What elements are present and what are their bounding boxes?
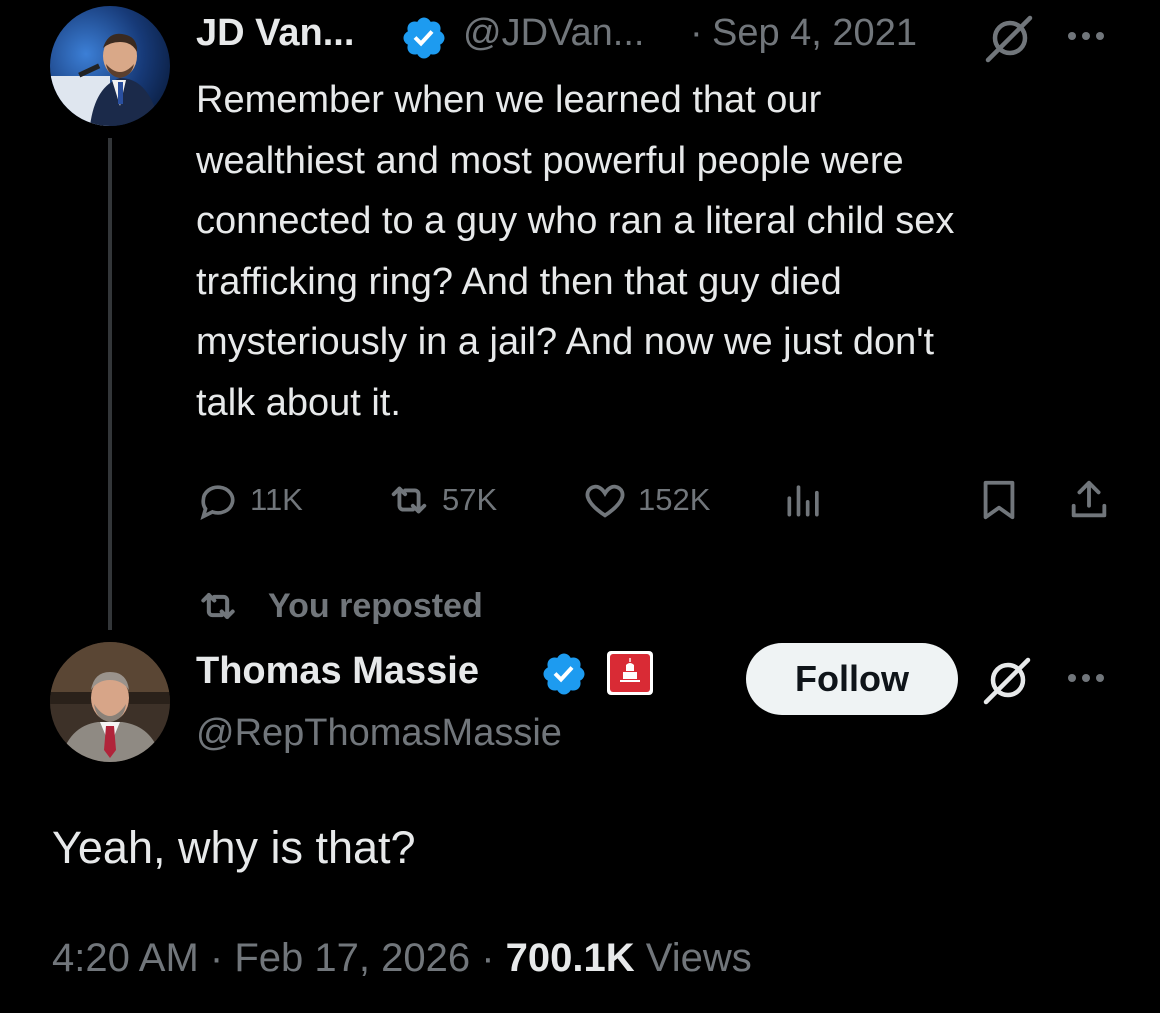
repost-icon [391,486,427,514]
quoted-separator: · [690,12,703,54]
quoted-date[interactable]: Sep 4, 2021 [712,12,917,55]
views-label: Views [645,936,752,980]
text-line: connected to a guy who ran a literal chi… [196,200,955,242]
like-button[interactable]: 152K [582,472,710,528]
like-icon [585,484,625,518]
more-icon[interactable] [1062,26,1110,51]
repost-banner: You reposted [196,584,483,628]
text-line: Remember when we learned that our [196,79,822,121]
repost-button[interactable]: 57K [386,472,497,528]
tweet-metadata: 4:20 AM · Feb 17, 2026 · 700.1K Views [52,936,752,981]
meta-separator: · [209,936,224,980]
reply-icon [200,485,235,521]
quoted-tweet-text: Remember when we learned that our wealth… [196,70,1136,433]
text-line: talk about it. [196,381,401,424]
thomas-massie-avatar[interactable] [50,642,170,762]
tweet-date[interactable]: Feb 17, 2026 [234,936,470,980]
views-icon [787,485,819,517]
views-count[interactable]: 700.1K [506,936,635,980]
text-line: trafficking ring? And then that guy died [196,260,842,303]
tweet-time[interactable]: 4:20 AM [52,936,199,980]
tweet-actions: 11K 57K 152K [196,472,1116,528]
verified-badge-icon [400,14,448,67]
bookmark-icon [983,480,1015,520]
main-author-handle[interactable]: @RepThomasMassie [196,712,562,755]
repost-count: 57K [442,482,498,517]
thread-connector-line [108,138,112,630]
main-tweet-text: Yeah, why is that? [52,822,416,873]
reply-button[interactable]: 11K [196,472,303,528]
reply-count: 11K [250,482,303,517]
grok-icon[interactable] [982,10,1038,71]
share-icon [1071,480,1107,518]
verified-badge-icon [540,650,588,703]
more-icon[interactable] [1062,668,1110,693]
repost-banner-label[interactable]: You reposted [268,587,483,626]
bookmark-button[interactable] [976,472,1022,528]
jd-vance-avatar[interactable] [50,6,170,126]
text-line: mysteriously in a jail? And now we just … [196,321,935,363]
gop-badge-icon [606,650,654,701]
text-line: wealthiest and most powerful people were [196,139,904,182]
views-button[interactable] [782,472,826,528]
meta-separator: · [481,936,495,980]
quoted-author-name[interactable]: JD Van... [196,12,354,55]
grok-icon[interactable] [980,652,1036,713]
follow-button[interactable]: Follow [746,643,958,715]
quoted-author-handle[interactable]: @JDVan... [463,12,644,55]
like-count: 152K [638,482,711,517]
main-author-name[interactable]: Thomas Massie [196,650,479,693]
repost-icon [201,592,235,620]
share-button[interactable] [1066,472,1112,528]
